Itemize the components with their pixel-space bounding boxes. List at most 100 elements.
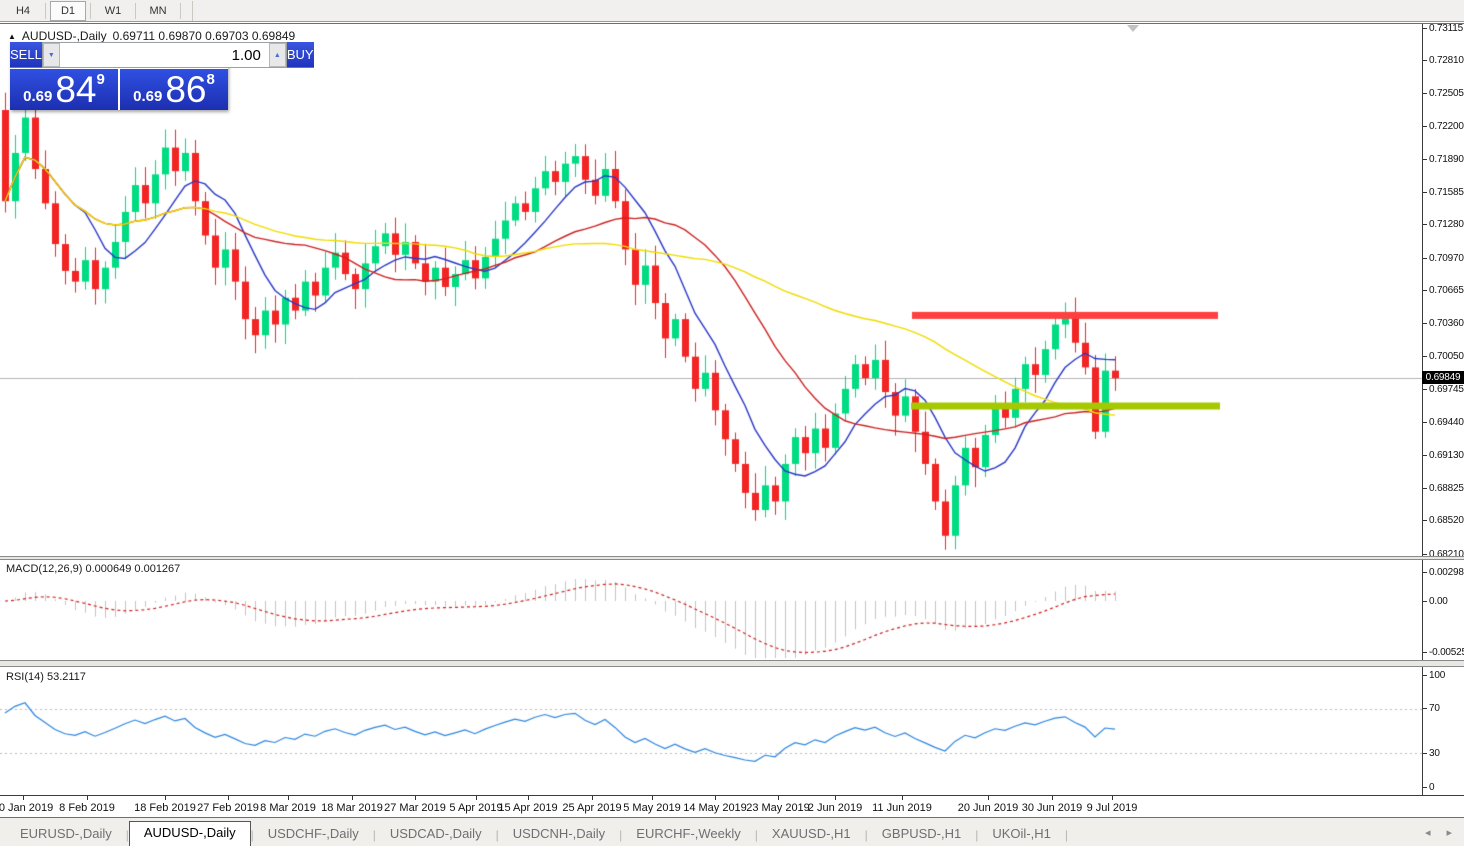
axis-tick	[1423, 322, 1427, 324]
rsi-panel: 100 70 30 0 RSI(14) 53.2117	[0, 667, 1464, 795]
price-axis-label: 0.70050	[1423, 351, 1464, 362]
sell-price-pip: 9	[96, 71, 105, 88]
chart-tab-ukoil-h1[interactable]: UKOil-,H1	[978, 823, 1065, 846]
toolbar-separator	[180, 2, 181, 19]
price-axis-label: 0.72200	[1423, 121, 1464, 132]
date-label: 8 Mar 2019	[260, 802, 316, 814]
timeframe-button-h4[interactable]: H4	[5, 1, 41, 21]
price-axis-label: 0.71890	[1423, 154, 1464, 165]
sell-price-box[interactable]: 0.69 84 9	[10, 69, 118, 110]
axis-tick	[1423, 786, 1427, 788]
axis-tick	[1423, 651, 1427, 653]
date-label: 23 May 2019	[746, 802, 810, 814]
macd-axis: 0.002984 0.00 -0.005256	[1422, 560, 1464, 660]
chart-tab-usdcnh-daily[interactable]: USDCNH-,Daily	[499, 823, 619, 846]
macd-label: MACD(12,26,9) 0.000649 0.001267	[6, 563, 181, 575]
axis-tick	[1423, 224, 1427, 226]
sell-price-prefix: 0.69	[23, 88, 53, 105]
macd-canvas[interactable]	[0, 560, 1422, 660]
date-tick	[592, 796, 593, 800]
chart-tab-xauusd-h1[interactable]: XAUUSD-,H1	[758, 823, 865, 846]
axis-tick	[1423, 571, 1427, 573]
axis-tick	[1423, 674, 1427, 676]
date-label: 2 Jun 2019	[807, 802, 863, 814]
rsi-label: RSI(14) 53.2117	[6, 671, 86, 683]
tab-separator: |	[1064, 828, 1069, 842]
price-axis-label: 0.69745	[1423, 384, 1464, 395]
date-label: 14 May 2019	[683, 802, 747, 814]
macd-axis-label: -0.005256	[1423, 647, 1464, 658]
date-tick	[23, 796, 24, 800]
date-tick	[835, 796, 836, 800]
rsi-axis-label: 0	[1423, 782, 1435, 793]
chart-tab-usdcad-daily[interactable]: USDCAD-,Daily	[376, 823, 496, 846]
chart-tab-bar: EURUSD-,Daily | AUDUSD-,Daily | USDCHF-,Dail…	[0, 817, 1464, 846]
date-tick	[988, 796, 989, 800]
panel-splitter[interactable]	[0, 660, 1464, 667]
buy-button[interactable]: BUY	[286, 42, 314, 68]
axis-tick	[1423, 454, 1427, 456]
current-price-badge: 0.69849	[1422, 371, 1464, 385]
chart-shift-marker-icon[interactable]	[1127, 25, 1139, 32]
rsi-axis: 100 70 30 0	[1422, 667, 1464, 795]
chart-ohlc-values: 0.69711 0.69870 0.69703 0.69849	[112, 29, 296, 43]
one-click-trading-widget: SELL ▼ ▲ BUY 0.69 84 9 0.69 86 8	[10, 42, 314, 110]
tab-scroll-left-icon[interactable]: ◂	[1425, 826, 1431, 839]
buy-price-pip: 8	[206, 71, 215, 88]
collapse-arrow-icon[interactable]: ▲	[8, 32, 16, 41]
price-axis-label: 0.69130	[1423, 450, 1464, 461]
price-axis-label: 0.72810	[1423, 55, 1464, 66]
date-axis: 30 Jan 2019 8 Feb 2019 18 Feb 201927 Feb 2…	[0, 795, 1464, 817]
price-axis-label: 0.70360	[1423, 318, 1464, 329]
rsi-axis-label: 100	[1423, 670, 1445, 681]
chart-tab-eurusd-daily[interactable]: EURUSD-,Daily	[6, 823, 126, 846]
chart-tab-gbpusd-h1[interactable]: GBPUSD-,H1	[868, 823, 975, 846]
chart-title: AUDUSD-,Daily	[21, 29, 107, 43]
tab-scroll-arrows: ◂ ▸	[1425, 826, 1452, 839]
timeframe-button-d1[interactable]: D1	[50, 0, 86, 21]
date-label: 8 Feb 2019	[59, 802, 115, 814]
date-tick	[715, 796, 716, 800]
date-tick	[415, 796, 416, 800]
date-label: 30 Jun 2019	[1021, 802, 1083, 814]
toolbar-separator	[192, 0, 193, 21]
chart-tab-usdchf-daily[interactable]: USDCHF-,Daily	[254, 823, 373, 846]
macd-panel: 0.002984 0.00 -0.005256 MACD(12,26,9) 0.00…	[0, 560, 1464, 660]
date-label: 9 Jul 2019	[1086, 802, 1138, 814]
timeframe-button-mn[interactable]: MN	[140, 1, 176, 21]
timeframe-button-w1[interactable]: W1	[95, 1, 131, 21]
volume-decrease-icon[interactable]: ▼	[42, 43, 60, 67]
buy-price-box[interactable]: 0.69 86 8	[120, 69, 228, 110]
rsi-axis-label: 30	[1423, 748, 1440, 759]
axis-tick	[1423, 290, 1427, 292]
chart-tab-eurchf-weekly[interactable]: EURCHF-,Weekly	[622, 823, 755, 846]
date-tick	[352, 796, 353, 800]
axis-tick	[1423, 191, 1427, 193]
rsi-canvas[interactable]	[0, 667, 1422, 795]
tab-scroll-right-icon[interactable]: ▸	[1446, 826, 1452, 839]
date-tick	[1112, 796, 1113, 800]
date-label: 15 Apr 2019	[498, 802, 558, 814]
tabs-container: EURUSD-,Daily | AUDUSD-,Daily | USDCHF-,Dail…	[6, 821, 1068, 846]
date-label: 5 Apr 2019	[449, 802, 503, 814]
volume-input[interactable]	[59, 43, 269, 67]
volume-increase-icon[interactable]: ▲	[268, 43, 286, 67]
price-axis-label: 0.70665	[1423, 285, 1464, 296]
price-axis-label: 0.73115	[1423, 23, 1463, 34]
date-tick	[165, 796, 166, 800]
axis-tick	[1423, 553, 1427, 555]
sell-button[interactable]: SELL	[10, 42, 42, 68]
chart-tab-audusd-daily[interactable]: AUDUSD-,Daily	[128, 821, 251, 846]
date-label: 18 Feb 2019	[134, 802, 196, 814]
date-label: 27 Mar 2019	[384, 802, 446, 814]
sell-price-main: 84	[55, 69, 97, 110]
date-tick	[87, 796, 88, 800]
buy-price-prefix: 0.69	[133, 88, 163, 105]
axis-tick	[1423, 487, 1427, 489]
date-label: 30 Jan 2019	[0, 802, 54, 814]
rsi-axis-label: 70	[1423, 703, 1440, 714]
date-label: 18 Mar 2019	[321, 802, 383, 814]
price-axis: 0.73115 0.72810 0.72505 0.72200 0.71890 0.715…	[1422, 23, 1464, 560]
axis-tick	[1423, 708, 1427, 710]
price-axis-label: 0.68825	[1423, 483, 1464, 494]
